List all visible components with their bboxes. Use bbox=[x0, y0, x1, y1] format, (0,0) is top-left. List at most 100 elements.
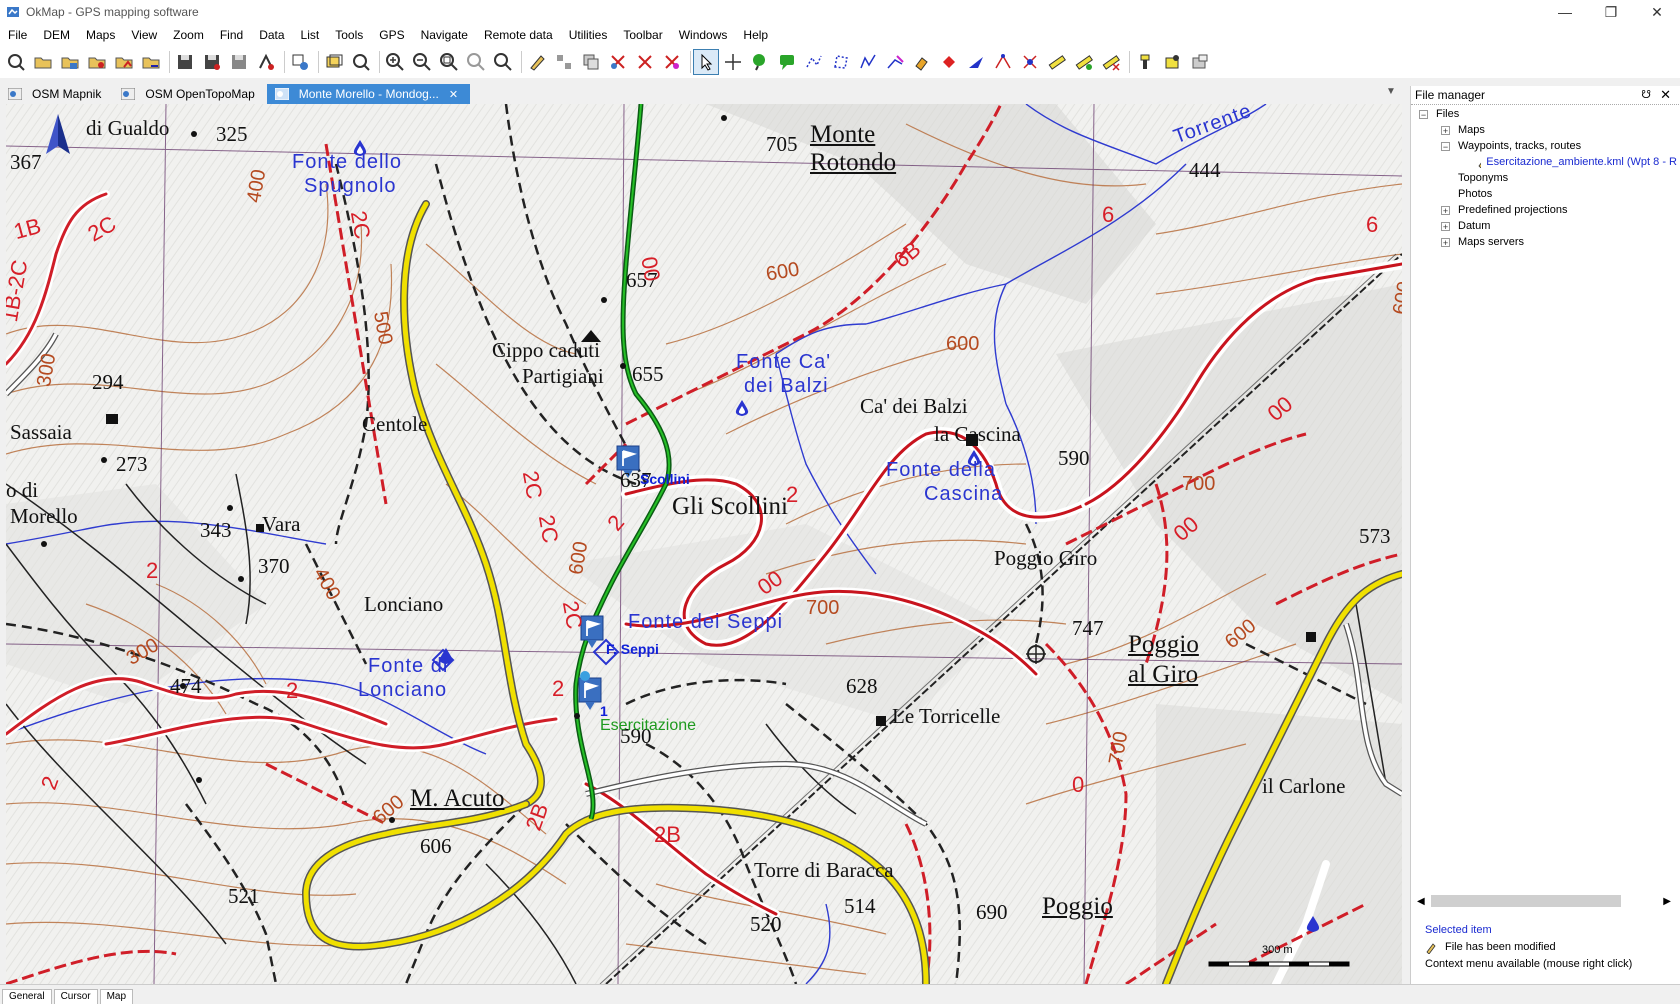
tree-item-maps[interactable]: + Maps bbox=[1415, 122, 1677, 138]
pin-icon[interactable]: ☋ bbox=[1641, 88, 1651, 101]
delete-selection-icon[interactable] bbox=[633, 50, 657, 74]
crosshair-tool-icon[interactable] bbox=[721, 50, 745, 74]
menu-utilities[interactable]: Utilities bbox=[561, 24, 616, 46]
menu-maps[interactable]: Maps bbox=[78, 24, 123, 46]
menu-navigate[interactable]: Navigate bbox=[413, 24, 476, 46]
tab-osm-mapnik[interactable]: OSM Mapnik bbox=[0, 84, 113, 104]
new-polygon-icon[interactable] bbox=[829, 50, 853, 74]
zoom-scale-icon[interactable] bbox=[464, 50, 488, 74]
draw-line-icon[interactable] bbox=[883, 50, 907, 74]
minimize-button[interactable]: — bbox=[1542, 0, 1588, 24]
menu-file[interactable]: File bbox=[0, 24, 35, 46]
expand-icon[interactable]: + bbox=[1441, 237, 1450, 247]
layers-icon[interactable] bbox=[288, 50, 312, 74]
measure-area-icon[interactable] bbox=[1018, 50, 1042, 74]
menu-data[interactable]: Data bbox=[251, 24, 292, 46]
menu-windows[interactable]: Windows bbox=[671, 24, 736, 46]
zoom-out-icon[interactable] bbox=[410, 50, 434, 74]
tab-osm-opentopomap[interactable]: OSM OpenTopoMap bbox=[113, 84, 266, 104]
zoom-one-to-one-icon[interactable] bbox=[491, 50, 515, 74]
topographic-map[interactable] bbox=[6, 104, 1402, 984]
save-all-icon[interactable] bbox=[227, 50, 251, 74]
open-folder-icon[interactable] bbox=[31, 50, 55, 74]
edit-waypoint-icon[interactable] bbox=[525, 50, 549, 74]
open-waypoints-icon[interactable] bbox=[85, 50, 109, 74]
delete-points-icon[interactable] bbox=[660, 50, 684, 74]
collapse-icon[interactable]: − bbox=[1441, 141, 1450, 151]
tree-item-files[interactable]: − Files bbox=[1415, 106, 1677, 122]
map-label: Cippo caduti bbox=[492, 338, 600, 362]
menu-remote-data[interactable]: Remote data bbox=[476, 24, 561, 46]
menu-find[interactable]: Find bbox=[212, 24, 251, 46]
scroll-right-icon[interactable]: ▶ bbox=[1663, 896, 1671, 907]
tree-item-kml-file[interactable]: Esercitazione_ambiente.kml (Wpt 8 - R bbox=[1415, 154, 1677, 170]
zoom-window-icon[interactable] bbox=[437, 50, 461, 74]
menu-view[interactable]: View bbox=[123, 24, 165, 46]
track-label[interactable]: Esercitazione bbox=[600, 718, 696, 734]
waypoint-label[interactable]: F. Seppi bbox=[606, 642, 659, 656]
gps-icon[interactable] bbox=[1187, 50, 1211, 74]
open-track-icon[interactable] bbox=[112, 50, 136, 74]
tab-general[interactable]: General bbox=[2, 989, 52, 1004]
menu-gps[interactable]: GPS bbox=[371, 24, 412, 46]
open-route-icon[interactable] bbox=[139, 50, 163, 74]
copy-objects-icon[interactable] bbox=[579, 50, 603, 74]
open-dem-icon[interactable] bbox=[58, 50, 82, 74]
waypoint-label[interactable]: 1 bbox=[600, 704, 608, 718]
tab-map[interactable]: Map bbox=[99, 989, 134, 1004]
tree-item-map-servers[interactable]: + Maps servers bbox=[1415, 234, 1677, 250]
scrollbar-thumb[interactable] bbox=[1431, 895, 1621, 907]
flag-icon[interactable] bbox=[1160, 50, 1184, 74]
ruler-delete-icon[interactable] bbox=[1099, 50, 1123, 74]
save-as-icon[interactable] bbox=[200, 50, 224, 74]
zoom-in-icon[interactable] bbox=[383, 50, 407, 74]
map-label: Torre di Baracca bbox=[754, 858, 894, 882]
pan-map-icon[interactable] bbox=[322, 50, 346, 74]
menu-list[interactable]: List bbox=[293, 24, 328, 46]
horizontal-scrollbar[interactable]: ◀ ▶ bbox=[1417, 894, 1671, 908]
expand-icon[interactable]: + bbox=[1441, 125, 1450, 135]
scroll-left-icon[interactable]: ◀ bbox=[1417, 896, 1425, 907]
close-window-button[interactable]: ✕ bbox=[1634, 0, 1680, 24]
direction-icon[interactable] bbox=[964, 50, 988, 74]
pointer-tool-icon[interactable] bbox=[693, 49, 719, 75]
waypoint-label[interactable]: Scollini bbox=[640, 472, 690, 486]
map-canvas[interactable]: di Gualdo 325 367 705 Monte Rotondo 444 … bbox=[6, 104, 1402, 984]
tree-item-photos[interactable]: Photos bbox=[1415, 186, 1677, 202]
select-objects-icon[interactable] bbox=[552, 50, 576, 74]
ruler-plus-icon[interactable] bbox=[1072, 50, 1096, 74]
new-route-icon[interactable] bbox=[802, 50, 826, 74]
menu-zoom[interactable]: Zoom bbox=[165, 24, 212, 46]
red-point-icon[interactable] bbox=[937, 50, 961, 74]
save-icon[interactable] bbox=[173, 50, 197, 74]
tab-monte-morello[interactable]: Monte Morello - Mondog... ✕ bbox=[266, 84, 471, 104]
calibrate-icon[interactable] bbox=[254, 50, 278, 74]
tree-item-waypoints[interactable]: − Waypoints, tracks, routes bbox=[1415, 138, 1677, 154]
expand-icon[interactable]: + bbox=[1441, 205, 1450, 215]
menu-tools[interactable]: Tools bbox=[327, 24, 371, 46]
find-icon[interactable] bbox=[349, 50, 373, 74]
tree-item-projections[interactable]: + Predefined projections bbox=[1415, 202, 1677, 218]
restore-button[interactable]: ❐ bbox=[1588, 0, 1634, 24]
tree-item-datum[interactable]: + Datum bbox=[1415, 218, 1677, 234]
tab-cursor[interactable]: Cursor bbox=[53, 989, 98, 1004]
close-panel-icon[interactable]: ✕ bbox=[1660, 87, 1671, 103]
new-waypoint-icon[interactable] bbox=[748, 50, 772, 74]
expand-icon[interactable]: + bbox=[1441, 221, 1450, 231]
ruler-icon[interactable] bbox=[1045, 50, 1069, 74]
menu-dem[interactable]: DEM bbox=[35, 24, 78, 46]
open-map-icon[interactable] bbox=[4, 50, 28, 74]
delete-objects-icon[interactable] bbox=[606, 50, 630, 74]
collapse-icon[interactable]: − bbox=[1419, 109, 1428, 119]
paint-tool-icon[interactable] bbox=[910, 50, 934, 74]
water-label: Fonte di bbox=[368, 655, 449, 677]
marker-icon[interactable] bbox=[1133, 50, 1157, 74]
menu-toolbar[interactable]: Toolbar bbox=[615, 24, 670, 46]
measure-distance-icon[interactable] bbox=[991, 50, 1015, 74]
tab-dropdown-icon[interactable]: ▼ bbox=[1386, 86, 1396, 97]
new-track-icon[interactable] bbox=[856, 50, 880, 74]
menu-help[interactable]: Help bbox=[735, 24, 776, 46]
new-label-icon[interactable] bbox=[775, 50, 799, 74]
close-tab-icon[interactable]: ✕ bbox=[449, 88, 458, 101]
tree-item-toponyms[interactable]: Toponyms bbox=[1415, 170, 1677, 186]
